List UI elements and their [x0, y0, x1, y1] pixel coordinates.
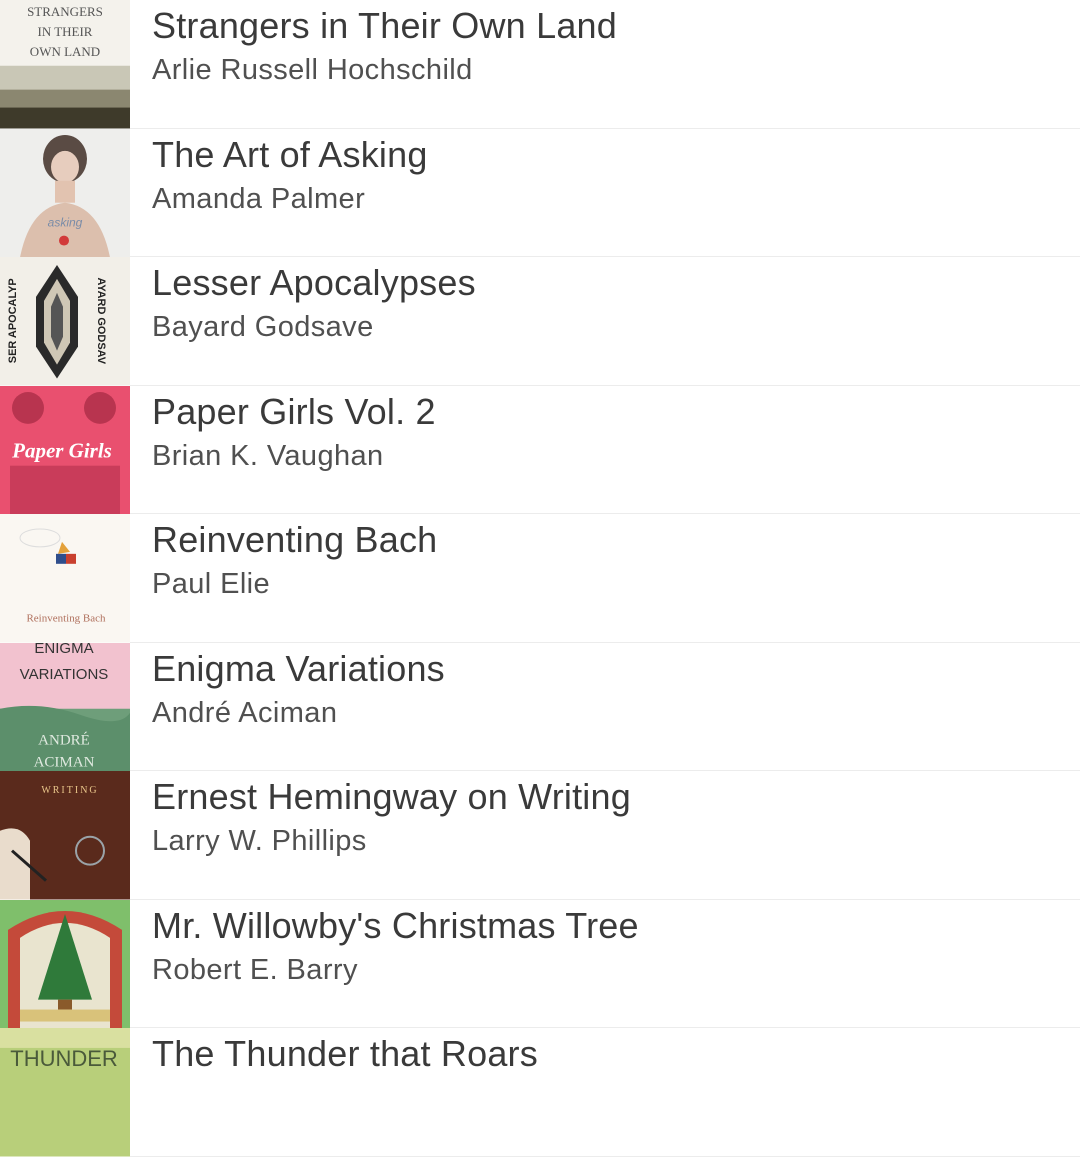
book-author: Brian K. Vaughan — [152, 439, 384, 472]
book-title: The Art of Asking — [152, 133, 428, 175]
svg-text:WRITING: WRITING — [41, 785, 98, 796]
book-title: The Thunder that Roars — [152, 1033, 538, 1074]
book-title: Reinventing Bach — [152, 519, 438, 560]
svg-text:THUNDER: THUNDER — [10, 1046, 117, 1071]
book-text: Enigma Variations André Aciman — [130, 643, 445, 772]
book-cover-reinventing-bach: Reinventing Bach — [0, 514, 130, 643]
book-title: Strangers in Their Own Land — [152, 5, 617, 46]
book-title: Enigma Variations — [152, 647, 445, 689]
book-cover-lesser-apocalypses: SER APOCALYP AYARD GODSAV — [0, 257, 130, 386]
book-cover-paper-girls: Paper Girls — [0, 385, 130, 514]
book-cover-enigma-variations: ENIGMA VARIATIONS ANDRÉ ACIMAN — [0, 642, 130, 771]
book-row[interactable]: THUNDER The Thunder that Roars — [0, 1028, 1080, 1157]
book-text: Ernest Hemingway on Writing Larry W. Phi… — [130, 771, 631, 900]
book-author: Amanda Palmer — [152, 182, 366, 215]
book-row[interactable]: Reinventing Bach Reinventing Bach Paul E… — [0, 514, 1080, 643]
book-text: The Art of Asking Amanda Palmer — [130, 129, 428, 258]
svg-text:STRANGERS: STRANGERS — [27, 4, 103, 19]
book-row[interactable]: SER APOCALYP AYARD GODSAV Lesser Apocaly… — [0, 257, 1080, 386]
svg-text:asking: asking — [48, 215, 83, 229]
book-text: The Thunder that Roars — [130, 1028, 538, 1157]
book-author: André Aciman — [152, 696, 338, 729]
book-cover-willowby-christmas-tree — [0, 899, 130, 1028]
svg-text:SER APOCALYP: SER APOCALYP — [7, 278, 19, 363]
book-text: Paper Girls Vol. 2 Brian K. Vaughan — [130, 386, 436, 515]
book-list: STRANGERS IN THEIR OWN LAND Strangers in… — [0, 0, 1080, 1157]
book-row[interactable]: Paper Girls Paper Girls Vol. 2 Brian K. … — [0, 385, 1080, 515]
book-text: Lesser Apocalypses Bayard Godsave — [130, 257, 476, 386]
book-author: Arlie Russell Hochschild — [152, 54, 473, 86]
book-row[interactable]: ENIGMA VARIATIONS ANDRÉ ACIMAN Enigma Va… — [0, 642, 1080, 772]
book-title: Paper Girls Vol. 2 — [152, 390, 436, 432]
book-author: Bayard Godsave — [152, 311, 374, 343]
book-row[interactable]: Mr. Willowby's Christmas Tree Robert E. … — [0, 899, 1080, 1029]
book-text: Reinventing Bach Paul Elie — [130, 514, 437, 643]
book-cover-thunder-that-roars: THUNDER — [0, 1028, 130, 1157]
book-row[interactable]: WRITING Ernest Hemingway on Writing Larr… — [0, 771, 1080, 900]
book-title: Lesser Apocalypses — [152, 262, 476, 303]
book-author: Larry W. Phillips — [152, 825, 367, 857]
book-cover-hemingway-on-writing: WRITING — [0, 771, 130, 900]
book-text: Mr. Willowby's Christmas Tree Robert E. … — [130, 900, 639, 1029]
book-title: Mr. Willowby's Christmas Tree — [152, 904, 639, 946]
book-row[interactable]: asking The Art of Asking Amanda Palmer — [0, 128, 1080, 258]
svg-text:IN THEIR: IN THEIR — [38, 24, 93, 39]
svg-text:ACIMAN: ACIMAN — [34, 754, 95, 770]
svg-text:VARIATIONS: VARIATIONS — [20, 665, 109, 682]
svg-text:Paper Girls: Paper Girls — [11, 438, 112, 462]
book-row[interactable]: STRANGERS IN THEIR OWN LAND Strangers in… — [0, 0, 1080, 129]
book-text: Strangers in Their Own Land Arlie Russel… — [130, 0, 617, 129]
svg-text:ENIGMA: ENIGMA — [34, 643, 93, 657]
svg-text:Reinventing Bach: Reinventing Bach — [26, 613, 106, 625]
svg-text:ANDRÉ: ANDRÉ — [38, 731, 90, 748]
svg-text:AYARD GODSAV: AYARD GODSAV — [95, 277, 107, 364]
book-author: Paul Elie — [152, 568, 271, 600]
book-cover-strangers: STRANGERS IN THEIR OWN LAND — [0, 0, 130, 129]
book-author: Robert E. Barry — [152, 953, 358, 986]
svg-text:OWN LAND: OWN LAND — [30, 44, 100, 59]
book-title: Ernest Hemingway on Writing — [152, 776, 631, 817]
book-cover-art-of-asking: asking — [0, 128, 130, 257]
